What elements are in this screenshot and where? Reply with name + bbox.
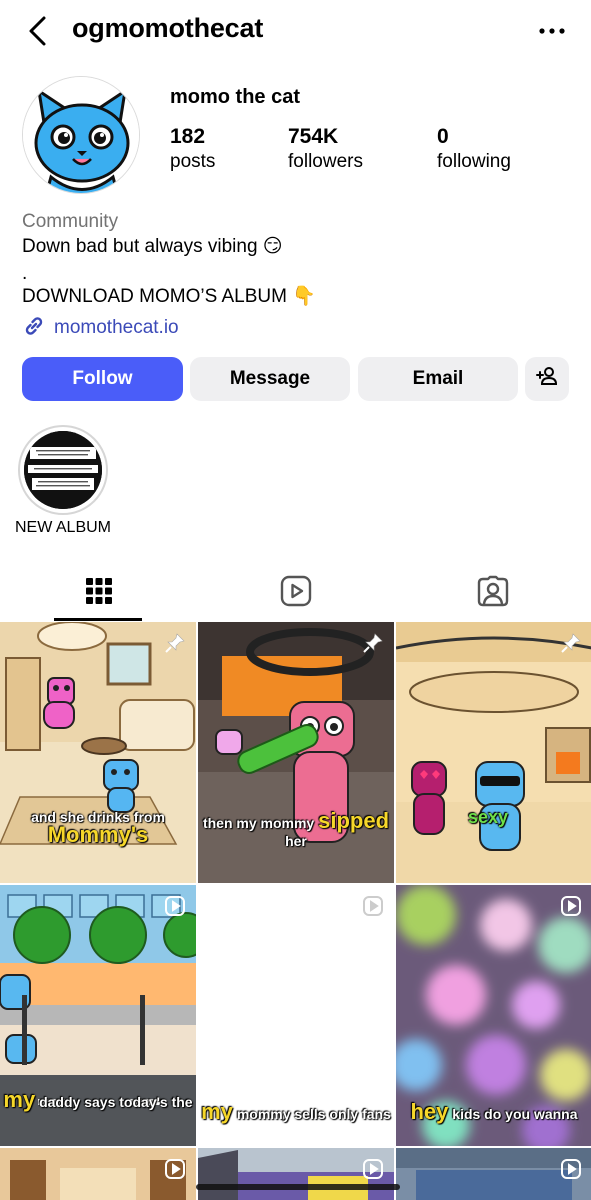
caption-highlight: sexy <box>467 807 509 827</box>
add-user-icon <box>535 364 559 394</box>
stat-value: 0 <box>437 125 449 148</box>
caption-highlight: my <box>3 1087 36 1112</box>
tab-posts-grid[interactable] <box>0 565 197 621</box>
tagged-person-icon <box>477 575 509 612</box>
stat-value: 754K <box>288 125 339 148</box>
caption-highlight: Mommy's <box>47 822 149 847</box>
post-tile[interactable]: then my mommy sipped her <box>198 622 394 883</box>
post-tile[interactable]: my mommy sells only fans <box>198 885 394 1146</box>
stat-value: 182 <box>170 125 206 148</box>
post-tile[interactable]: and she drinks from Mommy's <box>0 622 196 883</box>
follow-button[interactable]: Follow <box>22 357 183 401</box>
post-tile[interactable] <box>396 1148 591 1200</box>
post-tile[interactable]: hey kids do you wanna <box>396 885 591 1146</box>
more-options-icon[interactable] <box>530 16 574 46</box>
tab-reels[interactable] <box>197 565 394 621</box>
reel-icon <box>362 895 384 917</box>
profile-tabs <box>0 565 591 621</box>
post-caption: then my mommy sipped her <box>198 810 394 850</box>
pinned-icon <box>164 632 186 654</box>
caption-text: mommy sells only fans <box>236 1106 391 1122</box>
bio-line: DOWNLOAD MOMO’S ALBUM 👇 <box>22 286 316 307</box>
caption-text: her <box>285 833 307 849</box>
pinned-icon <box>362 632 384 654</box>
reel-icon <box>362 1158 384 1180</box>
reel-icon <box>560 1158 582 1180</box>
followers-count[interactable]: 754K followers <box>288 124 363 174</box>
profile-link[interactable]: momothecat.io <box>22 315 179 341</box>
post-tile[interactable]: sexy <box>396 622 591 883</box>
caption-highlight: my <box>201 1099 233 1124</box>
post-caption: my mommy sells only fans <box>198 1101 394 1123</box>
post-caption: hey kids do you wanna <box>396 1101 591 1123</box>
caption-highlight: hey <box>410 1099 449 1124</box>
post-tile[interactable] <box>198 1148 394 1200</box>
post-caption: and she drinks from Mommy's <box>0 808 196 847</box>
reel-icon <box>164 895 186 917</box>
profile-username: ogmomothecat <box>72 13 264 43</box>
post-tile[interactable] <box>0 1148 196 1200</box>
post-tile[interactable]: my daddy says today's the <box>0 885 196 1146</box>
profile-avatar[interactable] <box>22 76 140 194</box>
message-button[interactable]: Message <box>190 357 350 401</box>
stat-label: posts <box>170 151 216 172</box>
pinned-icon <box>560 632 582 654</box>
following-count[interactable]: 0 following <box>437 124 511 174</box>
highlight-thumbnail <box>24 431 102 509</box>
reels-icon <box>280 575 312 612</box>
link-icon <box>22 314 46 343</box>
caption-text: kids do you wanna <box>452 1106 578 1122</box>
stat-label: followers <box>288 151 363 172</box>
home-indicator <box>196 1184 400 1190</box>
caption-text: daddy says today's the <box>39 1094 193 1110</box>
suggested-users-button[interactable] <box>525 357 569 401</box>
profile-category: Community <box>22 211 119 232</box>
reel-icon <box>560 895 582 917</box>
bio-line: Down bad but always vibing 😏 <box>22 236 283 257</box>
grid-icon <box>85 577 112 609</box>
post-caption: my daddy says today's the <box>0 1089 196 1111</box>
highlight-label: NEW ALBUM <box>14 519 111 536</box>
reel-icon <box>164 1158 186 1180</box>
back-arrow-icon[interactable] <box>22 12 58 50</box>
stat-label: following <box>437 151 511 172</box>
post-caption: sexy <box>396 808 586 827</box>
caption-text: then my mommy <box>202 815 315 831</box>
email-button[interactable]: Email <box>358 357 518 401</box>
top-bar: ogmomothecat <box>0 0 591 62</box>
posts-count: 182 posts <box>170 124 215 174</box>
display-name: momo the cat <box>170 86 301 108</box>
bio-line: . <box>22 263 28 284</box>
active-tab-indicator <box>54 618 142 621</box>
tab-tagged[interactable] <box>394 565 591 621</box>
story-highlight[interactable] <box>18 425 108 515</box>
caption-highlight: sipped <box>318 808 390 833</box>
link-text: momothecat.io <box>54 317 179 338</box>
